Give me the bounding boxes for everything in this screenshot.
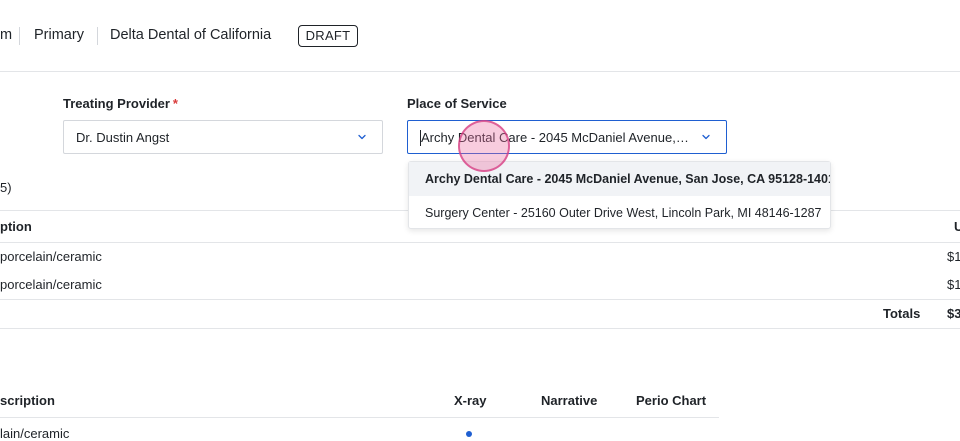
attachment-description: lain/ceramic (0, 426, 70, 441)
breadcrumb-divider (97, 27, 98, 45)
breadcrumb-divider (19, 27, 20, 45)
totals-label: Totals (883, 306, 921, 321)
status-badge: DRAFT (298, 25, 358, 47)
treating-provider-label-text: Treating Provider (63, 96, 170, 111)
chevron-down-icon[interactable] (357, 132, 367, 142)
column-header-xray: X-ray (454, 393, 487, 408)
treating-provider-select[interactable]: Dr. Dustin Angst (63, 120, 383, 154)
column-header-narrative: Narrative (541, 393, 598, 408)
procedure-description: porcelain/ceramic (0, 277, 102, 292)
place-of-service-select[interactable]: Archy Dental Care - 2045 McDaniel Avenue… (407, 120, 727, 154)
table-divider (0, 299, 960, 300)
column-header-amount: U (954, 219, 960, 234)
table-divider (0, 242, 960, 243)
chevron-down-icon[interactable] (701, 132, 711, 142)
treating-provider-value: Dr. Dustin Angst (76, 130, 170, 145)
required-mark: * (172, 96, 178, 111)
click-indicator (458, 120, 510, 172)
table-divider (0, 417, 719, 418)
totals-value: $3 (947, 306, 960, 321)
breadcrumb-item-claim[interactable]: m (0, 27, 12, 43)
breadcrumb-item-coverage[interactable]: Primary (34, 27, 84, 43)
procedure-amount: $1 (947, 277, 960, 292)
treating-provider-label: Treating Provider * (63, 96, 178, 111)
procedure-amount: $1 (947, 249, 960, 264)
column-header-description: ption (0, 219, 32, 234)
xray-attached-indicator (466, 431, 472, 437)
place-of-service-label: Place of Service (407, 96, 507, 111)
place-of-service-dropdown: Archy Dental Care - 2045 McDaniel Avenue… (408, 161, 831, 229)
dropdown-option-surgery-center[interactable]: Surgery Center - 25160 Outer Drive West,… (409, 196, 830, 230)
claim-header: m Primary Delta Dental of California DRA… (0, 0, 960, 72)
column-header-perio-chart: Perio Chart (636, 393, 707, 408)
breadcrumb-item-payer[interactable]: Delta Dental of California (110, 27, 271, 43)
procedure-description: porcelain/ceramic (0, 249, 102, 264)
table-divider (0, 328, 960, 329)
column-header-description: scription (0, 393, 55, 408)
procedure-count: 5) (0, 180, 12, 195)
